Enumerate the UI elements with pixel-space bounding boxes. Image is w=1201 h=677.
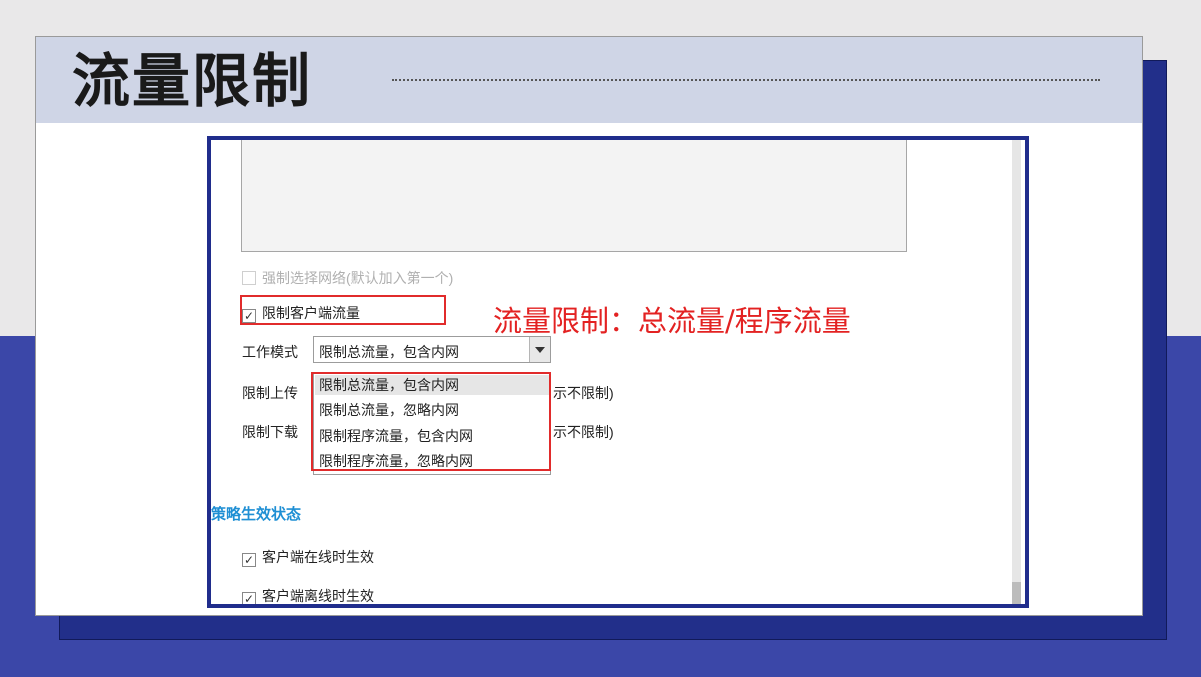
title-divider [392,79,1100,81]
effective-offline-label: 客户端离线时生效 [262,588,374,604]
title-band: 流量限制 [36,37,1142,123]
slide-card: 流量限制 强制选择网络(默认加入第一个) ✓ 限制客户端流量 流量限制：总流量/程… [35,36,1143,616]
effective-online-row: ✓ 客户端在线时生效 [242,547,374,567]
work-mode-label: 工作模式 [242,344,298,360]
download-limit-suffix: 示不限制) [553,424,614,440]
work-mode-selected-value: 限制总流量，包含内网 [319,344,459,360]
scrollbar-thumb[interactable] [1012,582,1021,604]
force-network-checkbox[interactable] [242,271,256,285]
upload-limit-label: 限制上传 [242,385,298,401]
vertical-scrollbar[interactable] [1012,140,1021,604]
effective-online-checkbox[interactable]: ✓ [242,553,256,567]
highlight-dropdown-options [311,372,551,471]
force-network-row: 强制选择网络(默认加入第一个) [242,268,453,288]
page-title: 流量限制 [72,47,313,115]
effective-online-label: 客户端在线时生效 [262,549,374,565]
annotation-text: 流量限制：总流量/程序流量 [493,304,851,338]
policy-section-title: 策略生效状态 [211,506,302,523]
network-list-box[interactable] [241,140,907,252]
work-mode-select[interactable]: 限制总流量，包含内网 [313,336,551,363]
screenshot-frame: 强制选择网络(默认加入第一个) ✓ 限制客户端流量 流量限制：总流量/程序流量 工… [207,136,1029,608]
effective-offline-row: ✓ 客户端离线时生效 [242,586,374,604]
highlight-limit-checkbox [240,295,446,325]
effective-offline-checkbox[interactable]: ✓ [242,592,256,604]
chevron-down-icon[interactable] [529,337,550,362]
upload-limit-suffix: 示不限制) [553,385,614,401]
download-limit-label: 限制下载 [242,424,298,440]
force-network-label: 强制选择网络(默认加入第一个) [262,270,454,286]
